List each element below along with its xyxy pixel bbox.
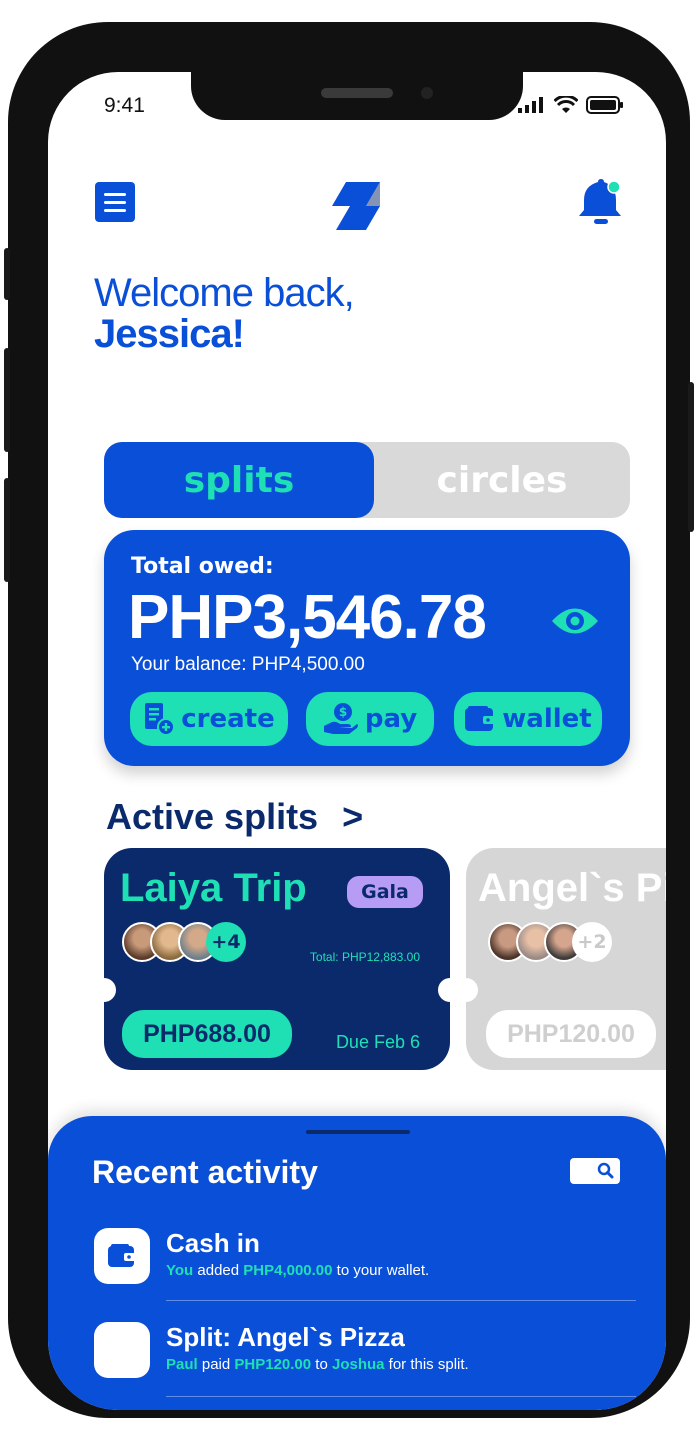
speaker	[321, 88, 393, 98]
wallet-button[interactable]: wallet	[454, 692, 602, 746]
svg-text:$: $	[339, 705, 347, 719]
split-name: Angel`s Pi	[478, 866, 666, 910]
recent-activity-title: Recent activity	[92, 1154, 318, 1190]
volume-down-button	[4, 478, 10, 582]
signal-icon	[518, 97, 543, 113]
activity-icon	[94, 1228, 150, 1284]
ticket-notch-left	[92, 978, 116, 1002]
split-due-date: Due Feb 6	[335, 1032, 420, 1052]
chevron-right-icon: >	[342, 796, 364, 837]
status-time: 9:41	[104, 94, 145, 117]
total-owed-amount: PHP3,546.78	[128, 583, 487, 652]
tab-splits-label: splits	[183, 459, 295, 501]
circle-tag: Gala	[347, 876, 423, 908]
sheet-drag-handle[interactable]	[306, 1130, 410, 1134]
wallet-icon	[108, 1244, 136, 1267]
recent-activity-sheet: Recent activity Cash in You added PHP4,0…	[48, 1116, 666, 1410]
activity-divider	[166, 1396, 636, 1397]
app-logo	[332, 182, 380, 230]
welcome-message: Welcome back, Jessica!	[94, 271, 355, 356]
status-icons	[518, 96, 624, 114]
more-members-badge: +2	[572, 922, 612, 962]
split-total: Total: PHP12,883.00	[309, 950, 420, 964]
wallet-button-label: wallet	[502, 704, 592, 734]
activity-title: Cash in	[166, 1228, 260, 1258]
volume-up-button	[4, 348, 10, 452]
create-bill-icon	[145, 703, 176, 736]
more-members-badge: +4	[206, 922, 246, 962]
activity-divider	[166, 1300, 636, 1301]
member-avatars: +2	[488, 922, 612, 962]
wifi-icon	[554, 96, 578, 113]
wallet-icon	[465, 706, 496, 731]
split-amount: PHP688.00	[122, 1010, 292, 1058]
active-splits-title: Active splits	[106, 796, 319, 837]
bell-icon[interactable]	[576, 178, 624, 228]
search-button[interactable]	[570, 1158, 620, 1184]
pay-button[interactable]: $ pay	[306, 692, 434, 746]
mute-switch	[4, 248, 10, 300]
create-button[interactable]: create	[130, 692, 288, 746]
search-icon	[597, 1162, 614, 1179]
battery-icon	[586, 96, 623, 114]
ticket-notch-left	[454, 978, 478, 1002]
member-avatars: +4	[122, 922, 246, 962]
total-owed-label: Total owed:	[131, 554, 274, 579]
tab-circles[interactable]: circles	[374, 442, 630, 518]
split-name: Laiya Trip	[120, 866, 307, 910]
create-button-label: create	[181, 704, 275, 734]
welcome-name: Jessica!	[94, 312, 245, 356]
balance-text: Your balance: PHP4,500.00	[131, 654, 365, 675]
welcome-greeting: Welcome back,	[94, 271, 355, 315]
notch	[191, 72, 523, 120]
split-amount: PHP120.00	[486, 1010, 656, 1058]
pay-hand-icon: $	[323, 703, 358, 734]
split-card-laiya-trip[interactable]: Laiya Trip Gala +4 Total: PHP12,883.00 P…	[92, 848, 462, 1070]
view-toggle: splits circles	[104, 442, 630, 518]
phone-frame: 9:41 Welcome back, Jessica! splits circl…	[4, 22, 694, 1418]
activity-description: You added PHP4,000.00 to your wallet.	[166, 1262, 430, 1279]
eye-icon[interactable]	[550, 604, 600, 638]
tab-splits[interactable]: splits	[104, 442, 374, 518]
activity-icon	[94, 1322, 150, 1378]
front-camera	[421, 87, 433, 99]
app-screen: 9:41 Welcome back, Jessica! splits circl…	[48, 72, 666, 1410]
activity-title: Split: Angel`s Pizza	[166, 1322, 405, 1352]
total-owed-card: Total owed: PHP3,546.78 Your balance: PH…	[104, 530, 630, 766]
active-splits-header[interactable]: Active splits >	[106, 796, 363, 838]
pay-button-label: pay	[364, 704, 418, 734]
power-button	[688, 382, 694, 532]
tab-circles-label: circles	[436, 459, 568, 501]
split-card-angels-pizza[interactable]: Angel`s Pi +2 PHP120.00	[454, 848, 666, 1070]
menu-icon[interactable]	[95, 182, 135, 222]
activity-description: Paul paid PHP120.00 to Joshua for this s…	[166, 1356, 469, 1373]
